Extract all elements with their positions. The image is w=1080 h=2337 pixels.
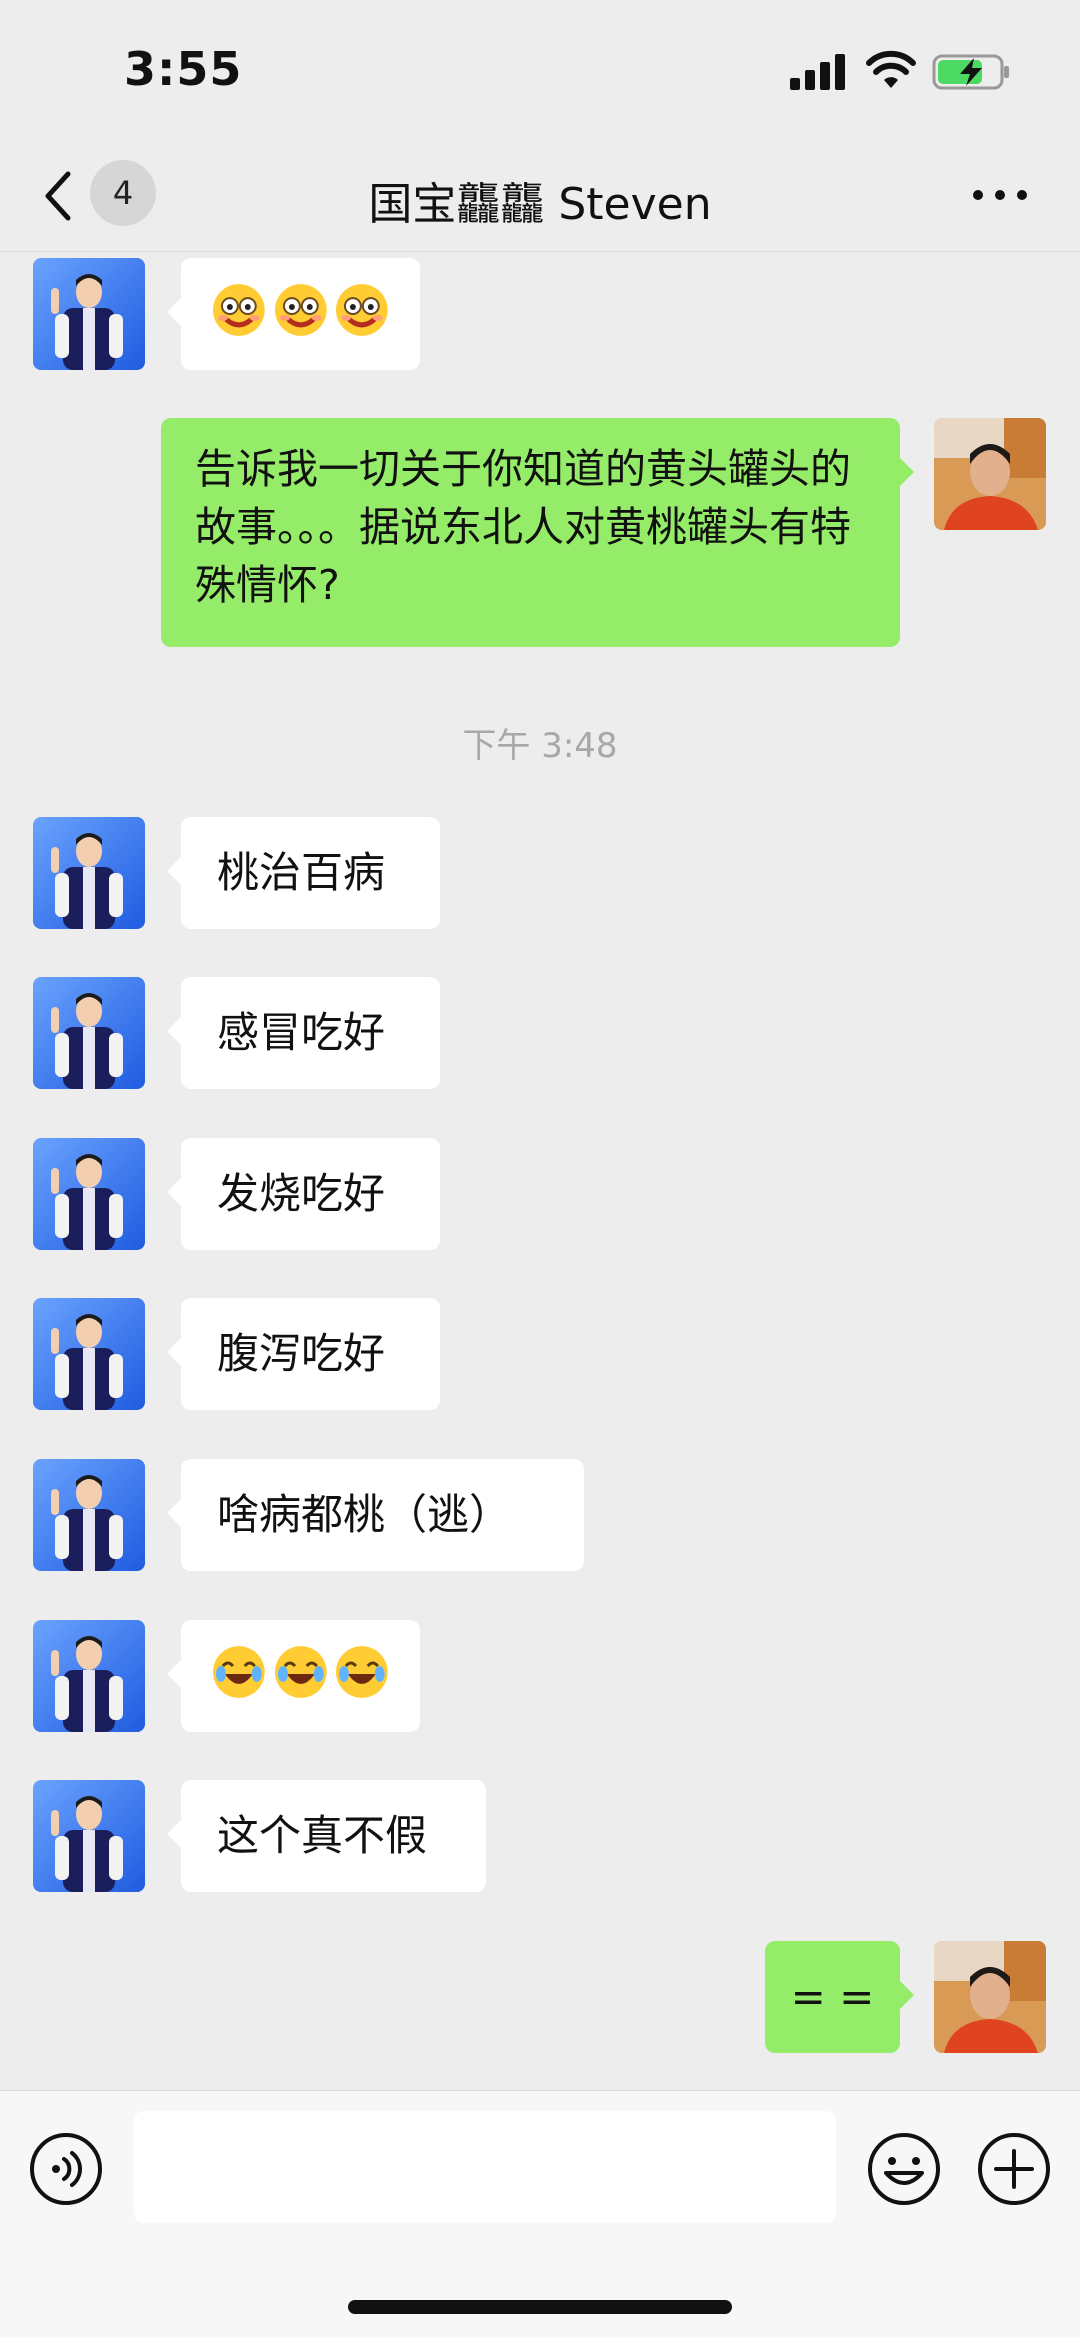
incoming-message-bubble[interactable]: 腹泻吃好 — [167, 1298, 440, 1410]
laughing-crying-emoji-icon — [273, 1644, 329, 1700]
battery-charging-icon — [932, 54, 1009, 90]
incoming-message-bubble[interactable]: 这个真不假 — [167, 1780, 486, 1892]
home-indicator[interactable] — [348, 2300, 732, 2314]
cellular-signal-icon — [790, 54, 845, 90]
contact-avatar[interactable] — [33, 1780, 145, 1892]
laughing-crying-emoji-icon — [334, 1644, 390, 1700]
status-time: 3:55 — [124, 42, 243, 96]
my-avatar[interactable] — [934, 1941, 1046, 2053]
message-input[interactable] — [134, 2111, 836, 2223]
smiling-face-emoji-row — [211, 282, 390, 338]
smiling-face-emoji-icon — [211, 282, 267, 338]
chat-title: 国宝龘龘 Steven — [368, 179, 712, 230]
contact-avatar[interactable] — [33, 1298, 145, 1410]
incoming-message-bubble[interactable] — [167, 258, 420, 370]
smiling-face-emoji-icon — [273, 282, 329, 338]
contact-avatar[interactable] — [33, 1138, 145, 1250]
status-bar: 3:55 — [0, 0, 1080, 140]
incoming-message-bubble[interactable]: 感冒吃好 — [167, 977, 440, 1089]
chat-header: 4 国宝龘龘 Steven — [0, 140, 1080, 252]
add-attachment-icon[interactable] — [976, 2131, 1052, 2207]
more-options-icon[interactable] — [970, 180, 1030, 210]
contact-avatar[interactable] — [33, 258, 145, 370]
contact-avatar[interactable] — [33, 1620, 145, 1732]
incoming-message-bubble[interactable]: 发烧吃好 — [167, 1138, 440, 1250]
contact-avatar[interactable] — [33, 817, 145, 929]
message-timestamp: 下午 3:48 — [462, 726, 618, 766]
incoming-message-bubble[interactable] — [167, 1620, 420, 1732]
incoming-message-bubble[interactable]: 啥病都桃（逃） — [167, 1459, 584, 1571]
contact-avatar[interactable] — [33, 977, 145, 1089]
my-avatar[interactable] — [934, 418, 1046, 530]
laughing-crying-emoji-icon — [211, 1644, 267, 1700]
emoji-picker-icon[interactable] — [866, 2131, 942, 2207]
outgoing-message-bubble[interactable]: = = — [765, 1941, 914, 2053]
wifi-icon — [866, 50, 916, 88]
outgoing-message-bubble[interactable]: 告诉我一切关于你知道的黄头罐头的故事。。。据说东北人对黄桃罐头有特殊情怀? — [161, 418, 914, 647]
voice-input-icon[interactable] — [28, 2131, 104, 2207]
laughing-crying-emoji-row — [211, 1644, 390, 1700]
contact-avatar[interactable] — [33, 1459, 145, 1571]
smiling-face-emoji-icon — [334, 282, 390, 338]
incoming-message-bubble[interactable]: 桃治百病 — [167, 817, 440, 929]
